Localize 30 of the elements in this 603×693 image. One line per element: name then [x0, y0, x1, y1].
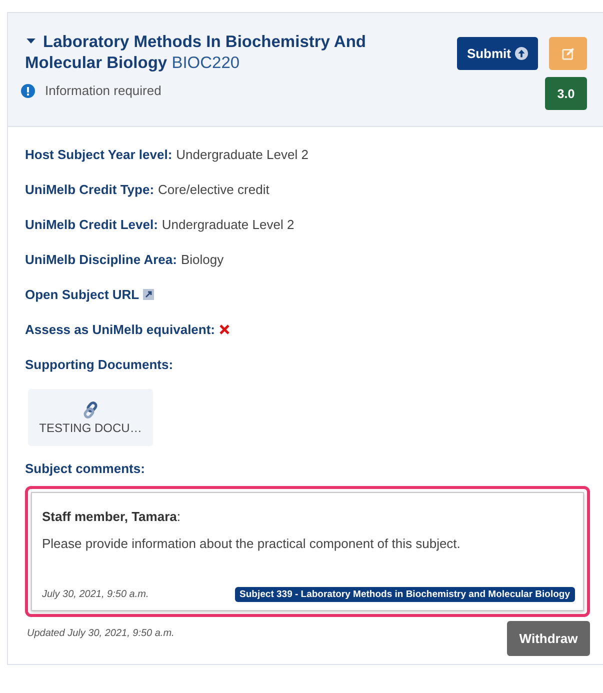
caret-icon[interactable]	[25, 37, 37, 45]
field-value: Core/elective credit	[158, 182, 270, 197]
field-value: Undergraduate Level 2	[176, 147, 308, 162]
subject-tag: Subject 339 - Laboratory Methods in Biochemistry and Molecular Biology	[234, 587, 575, 602]
updated-timestamp: Updated July 30, 2021, 9:50 a.m.	[27, 628, 174, 639]
info-icon	[21, 84, 35, 98]
comment-date: July 30, 2021, 9:50 a.m.	[42, 589, 149, 600]
subject-link[interactable]: Open Subject URL	[25, 287, 140, 302]
subject-title[interactable]: Laboratory Methods In Biochemistry And Molecular Biology BIOC220	[25, 32, 375, 74]
field-value: Undergraduate Level 2	[162, 217, 294, 232]
link-icon	[82, 400, 100, 418]
upload-icon	[515, 47, 528, 60]
withdraw-button[interactable]: Withdraw	[507, 621, 590, 656]
field-label: UniMelb Credit Level:	[25, 217, 158, 232]
document-tile[interactable]: TESTING DOCU…	[28, 389, 153, 446]
edit-icon	[562, 47, 574, 60]
comment-text: Please provide information about the practical component of this subject.	[42, 536, 462, 551]
field-label: Assess as UniMelb equivalent:	[25, 322, 216, 337]
comment-author: Staff member, Tamara:	[42, 509, 182, 524]
section-heading: Subject comments:	[25, 461, 146, 476]
field-label: UniMelb Discipline Area:	[25, 252, 177, 267]
external-link-icon	[143, 289, 154, 300]
field-label: UniMelb Credit Type:	[25, 182, 154, 197]
document-name: TESTING DOCU…	[39, 420, 142, 434]
section-heading: Supporting Documents:	[25, 357, 174, 372]
field-value: Biology	[180, 252, 224, 267]
submit-button[interactable]: Submit	[456, 37, 538, 70]
field-label: Host Subject Year level:	[25, 147, 172, 162]
credit-badge: 3.0	[545, 77, 587, 110]
status-text: Information required	[45, 83, 162, 98]
